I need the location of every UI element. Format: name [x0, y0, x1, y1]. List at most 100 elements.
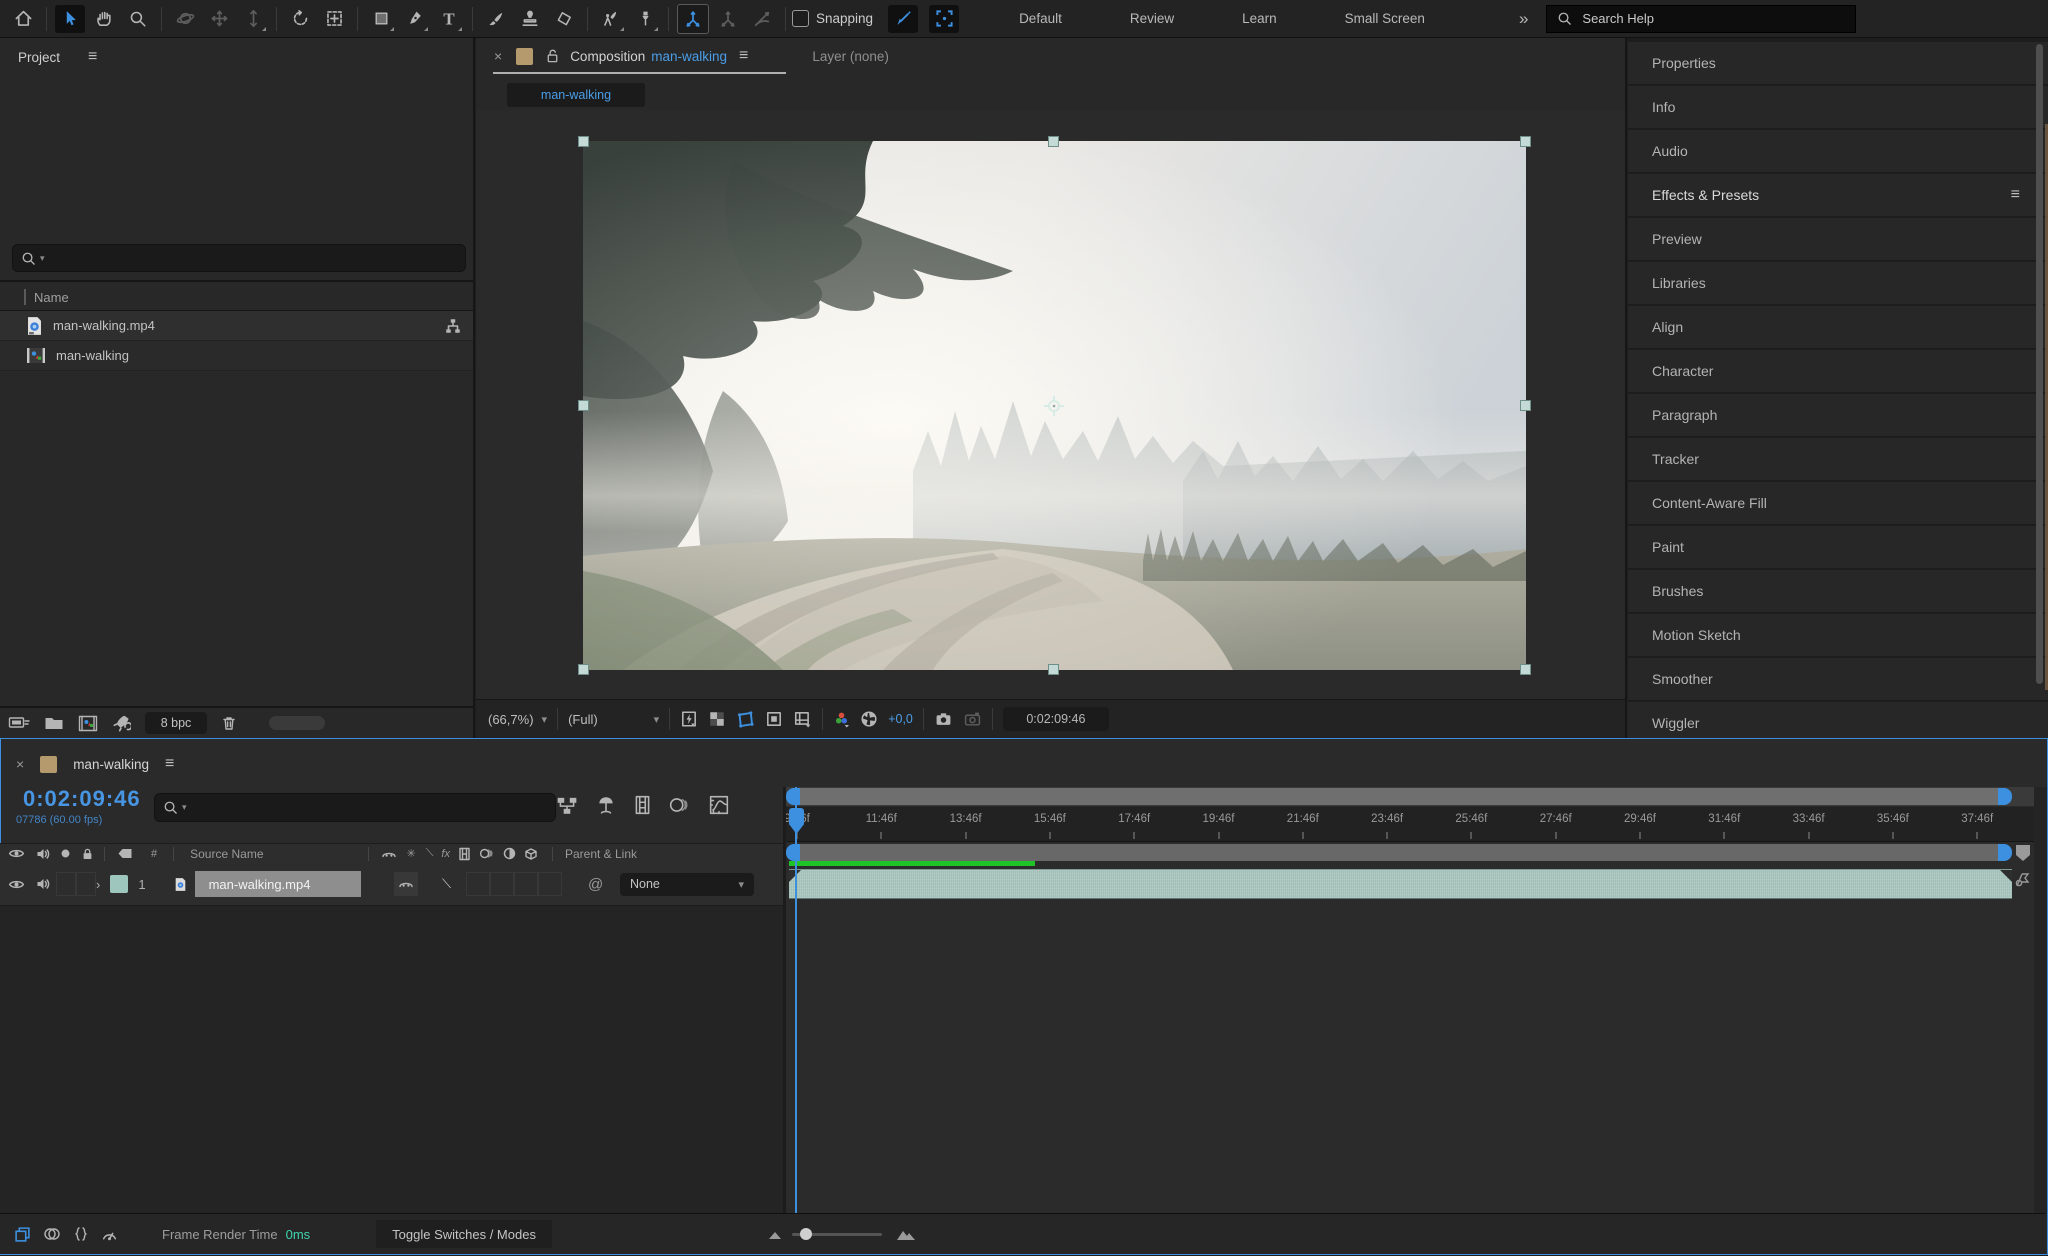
zoom-in-mountain-icon[interactable]: [896, 1227, 916, 1241]
workspace-review[interactable]: Review: [1130, 11, 1174, 26]
project-depth-button[interactable]: 8 bpc: [145, 712, 207, 734]
exposure-icon[interactable]: [860, 710, 878, 728]
comp-flag-icon[interactable]: [2014, 872, 2030, 888]
layer-tab[interactable]: Layer (none): [812, 49, 889, 64]
layer-lock-toggle[interactable]: [76, 872, 96, 896]
toggle-switches-button[interactable]: Toggle Switches / Modes: [376, 1220, 552, 1248]
snap-to-anchor-button[interactable]: [888, 4, 919, 33]
camera-tool-button[interactable]: [319, 5, 349, 33]
timeline-zoom-slider[interactable]: [791, 1227, 882, 1240]
inout-panes-icon[interactable]: [73, 1226, 89, 1242]
selection-handle[interactable]: [578, 136, 589, 147]
render-settings-icon[interactable]: [112, 714, 131, 733]
layer-fx-toggle[interactable]: [466, 872, 490, 896]
selection-handle[interactable]: [578, 664, 589, 675]
region-of-interest-icon[interactable]: [765, 710, 783, 728]
project-search-input[interactable]: ▾: [12, 244, 466, 272]
rotation-tool-button[interactable]: [285, 5, 315, 33]
exposure-value[interactable]: +0,0: [888, 712, 913, 726]
hand-tool-button[interactable]: [89, 5, 119, 33]
selection-handle[interactable]: [1520, 400, 1531, 411]
local-axis-mode-button[interactable]: [677, 3, 709, 34]
workspace-small-screen[interactable]: Small Screen: [1345, 11, 1425, 26]
orbit-camera-tool-button[interactable]: [170, 5, 200, 33]
parent-link-select[interactable]: None ▾: [620, 872, 754, 896]
panel-tab-brushes[interactable]: Brushes: [1628, 570, 2048, 612]
expand-switches-icon[interactable]: [14, 1226, 31, 1243]
viewer-target-subtab[interactable]: man-walking: [507, 83, 645, 107]
panel-tab-smoother[interactable]: Smoother: [1628, 658, 2048, 700]
draft-3d-icon[interactable]: [596, 795, 616, 815]
layer-row[interactable]: › 1 man-walking.mp4 ⟍ @ None ▾: [0, 863, 783, 906]
parent-column-header[interactable]: Parent & Link: [565, 847, 637, 861]
resolution-select[interactable]: (Full) ▾: [568, 712, 659, 727]
work-area-start-handle[interactable]: [786, 844, 800, 861]
project-item-name[interactable]: man-walking.mp4: [53, 318, 155, 333]
transparency-grid-icon[interactable]: [708, 710, 726, 728]
workspace-default[interactable]: Default: [1019, 11, 1062, 26]
track-area[interactable]: [786, 862, 2034, 1213]
panel-menu-icon[interactable]: ≡: [88, 48, 97, 66]
panel-menu-icon[interactable]: ≡: [2011, 186, 2020, 204]
channels-icon[interactable]: [833, 710, 850, 728]
composition-tab-name[interactable]: man-walking: [651, 49, 727, 64]
tab-color-chip[interactable]: [516, 47, 534, 65]
motion-blur-icon[interactable]: [669, 796, 691, 814]
layer-label-chip[interactable]: [110, 875, 129, 893]
new-composition-icon[interactable]: [78, 715, 98, 732]
layer-frameblend-toggle[interactable]: [490, 872, 514, 896]
current-timecode[interactable]: 0:02:09:46: [23, 786, 141, 812]
pan-camera-tool-button[interactable]: [204, 5, 234, 33]
panel-tab-effects-presets[interactable]: Effects & Presets ≡: [1628, 174, 2048, 216]
preview-timecode[interactable]: 0:02:09:46: [1002, 707, 1109, 731]
transfer-controls-icon[interactable]: [43, 1227, 61, 1241]
layer-audio-toggle[interactable]: [35, 877, 50, 891]
help-search-input[interactable]: Search Help: [1546, 4, 1857, 33]
panel-tab-preview[interactable]: Preview: [1628, 218, 2048, 260]
scroll-pill[interactable]: [269, 716, 325, 730]
dolly-camera-tool-button[interactable]: [238, 5, 268, 33]
panel-tab-paragraph[interactable]: Paragraph: [1628, 394, 2048, 436]
navigator-end-handle[interactable]: [1998, 788, 2012, 805]
layer-solo-toggle[interactable]: [56, 872, 76, 896]
snapshot-icon[interactable]: [934, 711, 953, 728]
mini-flowchart-icon[interactable]: [556, 795, 578, 815]
zoom-level-select[interactable]: (66,7%) ▾: [488, 712, 547, 727]
project-item-name[interactable]: man-walking: [56, 348, 129, 363]
mask-visibility-icon[interactable]: [736, 710, 755, 729]
panel-tab-paint[interactable]: Paint: [1628, 526, 2048, 568]
selection-handle[interactable]: [1048, 664, 1059, 675]
view-axis-mode-button[interactable]: [747, 5, 777, 33]
workspace-learn[interactable]: Learn: [1242, 11, 1277, 26]
graph-editor-icon[interactable]: [709, 795, 729, 815]
lock-icon[interactable]: [545, 48, 560, 64]
snapping-checkbox[interactable]: [792, 10, 809, 27]
parent-pickwhip-icon[interactable]: @: [588, 876, 603, 893]
project-item-row[interactable]: man-walking: [0, 341, 474, 371]
selection-handle[interactable]: [1048, 136, 1059, 147]
layer-name[interactable]: man-walking.mp4: [194, 871, 361, 897]
time-navigator-track[interactable]: [786, 787, 2034, 806]
delete-icon[interactable]: [221, 714, 237, 732]
grid-guides-icon[interactable]: [793, 710, 812, 728]
rectangle-tool-button[interactable]: [366, 5, 396, 33]
zoom-out-mountain-icon[interactable]: [768, 1228, 782, 1240]
type-tool-button[interactable]: T: [434, 5, 464, 33]
panel-tab-libraries[interactable]: Libraries: [1628, 262, 2048, 304]
panel-tab-motion-sketch[interactable]: Motion Sketch: [1628, 614, 2048, 656]
workspace-overflow-button[interactable]: »: [1519, 9, 1528, 29]
new-folder-icon[interactable]: [44, 715, 64, 731]
time-ruler[interactable]: 9:46f11:46f13:46f15:46f17:46f19:46f21:46…: [784, 807, 2034, 842]
source-column-header[interactable]: Source Name: [190, 847, 263, 861]
panel-tab-info[interactable]: Info: [1628, 86, 2048, 128]
frame-blending-icon[interactable]: [634, 795, 651, 815]
panel-tab-properties[interactable]: Properties: [1628, 42, 2048, 84]
tab-color-chip[interactable]: [40, 755, 58, 773]
puppet-pin-tool-button[interactable]: [630, 5, 660, 33]
layer-expander-icon[interactable]: ›: [96, 877, 100, 892]
layer-list-empty-area[interactable]: [0, 905, 783, 1213]
panel-menu-icon[interactable]: ≡: [739, 47, 748, 65]
close-tab-icon[interactable]: ×: [16, 756, 24, 772]
work-area-bar[interactable]: [800, 844, 1998, 861]
panel-tab-align[interactable]: Align: [1628, 306, 2048, 348]
